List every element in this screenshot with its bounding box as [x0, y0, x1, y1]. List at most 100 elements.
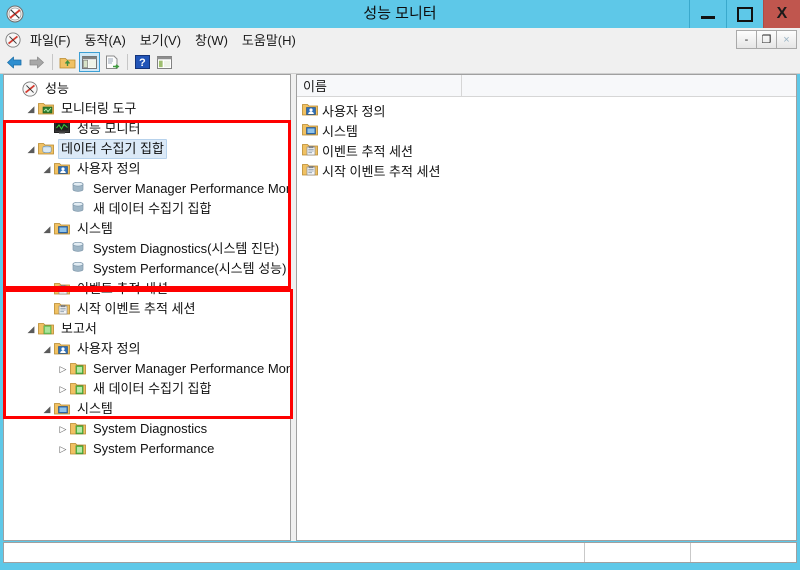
content-area: 성능 ◢ 모니터링 도구 성능 모니터 ◢ 데이터 수집기 집합 ◢ 사용자 정의 Serv… — [3, 74, 797, 541]
expand-collapse-icon[interactable]: ◢ — [24, 144, 38, 155]
status-cell-2 — [691, 543, 796, 562]
tree-item[interactable]: 이벤트 추적 세션 — [4, 279, 290, 299]
tree-item-label: Server Manager Performance Monitor — [93, 361, 291, 376]
report-folder-icon — [70, 381, 88, 397]
tree-item[interactable]: ▷ System Diagnostics — [4, 419, 290, 439]
tree-item-label: 새 데이터 수집기 집합 — [93, 381, 212, 396]
tree-item-label: 보고서 — [61, 321, 97, 336]
report-folder-icon — [70, 441, 88, 457]
list-column-header: 이름 — [297, 75, 796, 97]
tree-item-label: 사용자 정의 — [77, 341, 141, 356]
collector-set-icon — [70, 241, 88, 257]
result-list-pane[interactable]: 이름 사용자 정의시스템이벤트 추적 세션시작 이벤트 추적 세션 — [296, 74, 797, 541]
expander-icon[interactable]: ▷ — [56, 364, 70, 375]
tree-item-label: System Diagnostics(시스템 진단) — [93, 241, 280, 256]
expand-collapse-icon[interactable]: ◢ — [24, 324, 38, 335]
close-button[interactable]: X — [763, 0, 800, 28]
up-one-level-button[interactable] — [57, 52, 78, 72]
menu-window[interactable]: 창(W) — [188, 28, 235, 51]
tree-item[interactable]: ◢ 데이터 수집기 집합 — [4, 139, 290, 159]
list-item-label: 시스템 — [322, 123, 358, 139]
status-bar — [3, 542, 797, 563]
tree-item-label: 시스템 — [77, 221, 113, 236]
user-defined-icon — [54, 161, 72, 177]
mdi-minimize-button[interactable]: - — [737, 31, 757, 48]
list-item[interactable]: 이벤트 추적 세션 — [297, 140, 796, 160]
tree-item-label: 성능 모니터 — [77, 121, 141, 136]
expander-icon[interactable]: ▷ — [56, 384, 70, 395]
collector-set-icon — [70, 181, 88, 197]
list-item[interactable]: 시스템 — [297, 120, 796, 140]
tree-item[interactable]: 성능 — [4, 79, 290, 99]
twisty-placeholder — [8, 84, 22, 94]
expand-collapse-icon[interactable]: ◢ — [40, 164, 54, 175]
twisty-placeholder — [56, 184, 70, 194]
twisty-placeholder — [40, 124, 54, 134]
list-item[interactable]: 시작 이벤트 추적 세션 — [297, 160, 796, 180]
report-folder-icon — [70, 421, 88, 437]
mdi-restore-button[interactable]: ❐ — [757, 31, 777, 48]
expand-collapse-icon[interactable]: ◢ — [40, 344, 54, 355]
data-collector-sets-folder-icon — [38, 141, 56, 157]
tree-item[interactable]: ▷ System Performance — [4, 439, 290, 459]
back-button[interactable] — [4, 52, 25, 72]
tree-item-label: 모니터링 도구 — [61, 101, 137, 116]
forward-button[interactable] — [26, 52, 47, 72]
console-tree-pane[interactable]: 성능 ◢ 모니터링 도구 성능 모니터 ◢ 데이터 수집기 집합 ◢ 사용자 정의 Serv… — [3, 74, 291, 541]
tree-item-label: 시작 이벤트 추적 세션 — [77, 301, 196, 316]
event-trace-session-icon — [54, 281, 72, 297]
minimize-icon — [701, 16, 715, 19]
new-window-button[interactable] — [154, 52, 175, 72]
performance-monitor-icon — [54, 121, 72, 137]
column-header-blank[interactable] — [462, 75, 796, 96]
export-list-button[interactable] — [101, 52, 122, 72]
system-folder-icon — [54, 221, 72, 237]
console-tree: 성능 ◢ 모니터링 도구 성능 모니터 ◢ 데이터 수집기 집합 ◢ 사용자 정의 Serv… — [4, 75, 290, 459]
help-button[interactable]: ? — [132, 52, 153, 72]
system-folder-icon — [302, 122, 320, 138]
tree-item[interactable]: 새 데이터 수집기 집합 — [4, 199, 290, 219]
tree-item[interactable]: ◢ 시스템 — [4, 399, 290, 419]
list-item-label: 시작 이벤트 추적 세션 — [322, 163, 441, 179]
list-item[interactable]: 사용자 정의 — [297, 100, 796, 120]
tree-item-label: System Diagnostics — [93, 421, 208, 436]
mdi-window-controls: - ❐ × — [736, 30, 797, 49]
tree-item[interactable]: 성능 모니터 — [4, 119, 290, 139]
menu-view[interactable]: 보기(V) — [133, 28, 188, 51]
maximize-button[interactable] — [726, 0, 763, 28]
expander-icon[interactable]: ▷ — [56, 424, 70, 435]
tree-item[interactable]: System Performance(시스템 성능) — [4, 259, 290, 279]
expander-icon[interactable]: ▷ — [56, 444, 70, 455]
tree-item[interactable]: ▷ Server Manager Performance Monitor — [4, 359, 290, 379]
menu-help[interactable]: 도움말(H) — [235, 28, 303, 51]
tree-item[interactable]: ◢ 사용자 정의 — [4, 339, 290, 359]
tree-item[interactable]: ▷ 새 데이터 수집기 집합 — [4, 379, 290, 399]
tree-item[interactable]: 시작 이벤트 추적 세션 — [4, 299, 290, 319]
system-menu-icon[interactable] — [3, 30, 23, 50]
minimize-button[interactable] — [689, 0, 726, 28]
expand-collapse-icon[interactable]: ◢ — [40, 224, 54, 235]
tree-item-label: 새 데이터 수집기 집합 — [93, 201, 212, 216]
tree-item-label: 이벤트 추적 세션 — [77, 281, 168, 296]
toolbar-separator-2 — [127, 54, 128, 70]
tree-item[interactable]: ◢ 모니터링 도구 — [4, 99, 290, 119]
tree-item[interactable]: ◢ 시스템 — [4, 219, 290, 239]
menu-file[interactable]: 파일(F) — [23, 28, 78, 51]
tree-item-label: 데이터 수집기 집합 — [58, 139, 167, 159]
column-header-name[interactable]: 이름 — [297, 75, 462, 96]
expand-collapse-icon[interactable]: ◢ — [40, 404, 54, 415]
tree-item[interactable]: System Diagnostics(시스템 진단) — [4, 239, 290, 259]
show-console-tree-button[interactable] — [79, 52, 100, 72]
tree-item[interactable]: Server Manager Performance Monitor — [4, 179, 290, 199]
menu-action[interactable]: 동작(A) — [78, 28, 133, 51]
perfmon-circle-icon[interactable] — [4, 3, 26, 25]
tree-item[interactable]: ◢ 사용자 정의 — [4, 159, 290, 179]
title-bar[interactable]: 성능 모니터 X — [0, 0, 800, 28]
svg-text:?: ? — [139, 57, 146, 69]
tree-item-label: System Performance(시스템 성능) — [93, 261, 287, 276]
mdi-close-button[interactable]: × — [777, 31, 796, 48]
expand-collapse-icon[interactable]: ◢ — [24, 104, 38, 115]
monitoring-tools-folder-icon — [38, 101, 56, 117]
tree-item[interactable]: ◢ 보고서 — [4, 319, 290, 339]
list-item-label: 이벤트 추적 세션 — [322, 143, 413, 159]
